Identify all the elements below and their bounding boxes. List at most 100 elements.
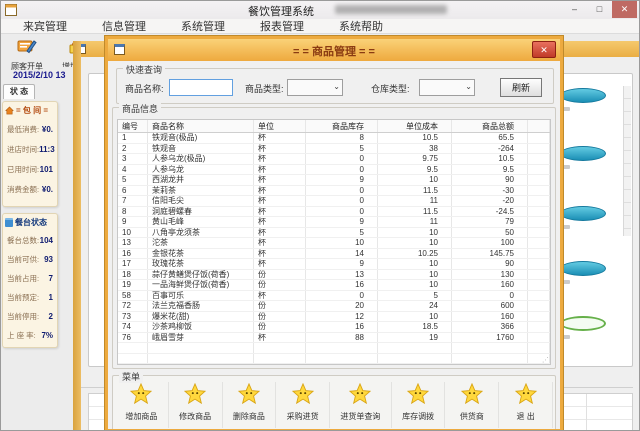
stat-value: 7 — [49, 274, 53, 283]
table-cell: 8 — [118, 207, 148, 217]
menu-button-6[interactable]: 库存调拨 — [392, 382, 446, 428]
table-cell: 1760 — [452, 333, 528, 343]
current-date: 2015/2/10 13 — [13, 70, 66, 80]
menu-item-2[interactable]: 信息管理 — [102, 18, 160, 34]
table-cell: 杯 — [254, 291, 306, 301]
table-row[interactable] — [118, 354, 550, 365]
stat-row: 消费金额:¥0. — [5, 179, 55, 199]
menu-item-3[interactable]: 系统管理 — [181, 18, 239, 34]
column-header[interactable]: 商品名称 — [148, 120, 254, 132]
stat-row: 餐台总数:104 — [5, 231, 55, 250]
table-row[interactable]: 58百事可乐杯050 — [118, 291, 550, 302]
stat-label: 当前预定: — [7, 292, 39, 303]
menu-button-2[interactable]: 修改商品 — [169, 382, 223, 428]
table-cell: 16 — [306, 280, 378, 290]
menu-button-label: 采购进货 — [276, 411, 329, 422]
table-cell: 杯 — [254, 333, 306, 343]
column-header[interactable]: 单位成本 — [378, 120, 452, 132]
open-bill-button[interactable]: 顾客开单 — [4, 37, 50, 67]
maximize-icon[interactable]: □ — [587, 1, 612, 18]
table-pill-button[interactable] — [560, 146, 606, 161]
table-cell: 杯 — [254, 249, 306, 259]
table-pill-button[interactable] — [560, 206, 606, 221]
menu-item-4[interactable]: 报表管理 — [260, 18, 318, 34]
table-row[interactable]: 74沙茶鸡柳饭份1618.5366 — [118, 322, 550, 333]
table-row[interactable]: 8洞庭碧螺春杯011.5-24.5 — [118, 207, 550, 218]
warehouse-type-select[interactable]: ⌄ — [419, 79, 475, 96]
table-cell: 杯 — [254, 154, 306, 164]
product-type-select[interactable]: ⌄ — [287, 79, 343, 96]
table-pill-button[interactable] — [560, 316, 606, 331]
dialog-titlebar[interactable]: = = 商品管理 = = ✕ — [108, 39, 560, 61]
table-row[interactable]: 10八角亭龙须茶杯51050 — [118, 228, 550, 239]
column-header[interactable]: 单位 — [254, 120, 306, 132]
table-cell: 信阳毛尖 — [148, 196, 254, 206]
menu-button-5[interactable]: 进货单查询 — [330, 382, 392, 428]
table-row[interactable]: 6茉莉茶杯011.5-30 — [118, 186, 550, 197]
table-cell: 百事可乐 — [148, 291, 254, 301]
column-header[interactable]: 商品库存 — [306, 120, 378, 132]
table-pill-button[interactable] — [560, 88, 606, 103]
menu-button-3[interactable]: 删除商品 — [223, 382, 277, 428]
table-cell: 10 — [378, 228, 452, 238]
close-icon[interactable]: ✕ — [612, 1, 637, 18]
stat-value: ¥0. — [42, 125, 53, 134]
menu-button-label: 删除商品 — [223, 411, 276, 422]
table-row[interactable]: 72法兰克福香肠份2024600 — [118, 301, 550, 312]
table-cell: 杯 — [254, 175, 306, 185]
menu-button-1[interactable]: 增加商品 — [115, 382, 169, 428]
action-menu-group: 菜单 增加商品修改商品删除商品采购进货进货单查询库存调拨供货商退 出 — [112, 375, 556, 431]
table-row[interactable]: 3人参乌龙(极品)杯09.7510.5 — [118, 154, 550, 165]
table-cell: 爆米花(甜) — [148, 312, 254, 322]
table-row[interactable]: 18蒜仔黄鳝煲仔饭(荷香)份1310130 — [118, 270, 550, 281]
star-icon — [130, 383, 152, 405]
table-cell — [452, 343, 528, 353]
table-row[interactable]: 2铁观音杯538-264 — [118, 144, 550, 155]
table-row[interactable]: 1铁观音(极品)杯810.565.5 — [118, 133, 550, 144]
menu-item-5[interactable]: 系统帮助 — [339, 18, 397, 34]
refresh-button[interactable]: 刷新 — [500, 78, 542, 97]
minimize-icon[interactable]: – — [562, 1, 587, 18]
tab-status[interactable]: 状 态 — [3, 84, 35, 99]
table-pill-caption — [563, 280, 570, 284]
table-cell: 19 — [118, 280, 148, 290]
column-header[interactable]: 编号 — [118, 120, 148, 132]
table-cell: 50 — [452, 228, 528, 238]
menu-item-1[interactable]: 来宾管理 — [23, 18, 81, 34]
stat-label: 消费金额: — [7, 184, 39, 195]
table-row[interactable]: 76峨眉雪芽杯88191760 — [118, 333, 550, 344]
menu-button-4[interactable]: 采购进货 — [276, 382, 330, 428]
table-cell — [528, 175, 550, 185]
table-row[interactable]: 7信阳毛尖杯011-20 — [118, 196, 550, 207]
menu-button-label: 退 出 — [499, 411, 552, 422]
table-map-scrollbar[interactable] — [623, 86, 631, 236]
table-row[interactable]: 19一品海鲜煲仔饭(荷香)份1610160 — [118, 280, 550, 291]
resize-grip[interactable]: ⋰ — [542, 356, 549, 364]
table-pill-button[interactable] — [560, 261, 606, 276]
table-cell: 杯 — [254, 196, 306, 206]
table-cell: 12 — [306, 312, 378, 322]
table-cell — [148, 343, 254, 353]
stat-label: 已用时间: — [7, 164, 39, 175]
title-bar[interactable]: 餐饮管理系统 – □ ✕ — [1, 1, 639, 19]
stat-label: 进店时间: — [7, 144, 39, 155]
table-row[interactable]: 17玫瑰花茶杯91090 — [118, 259, 550, 270]
table-cell — [378, 343, 452, 353]
table-row[interactable]: 13沱茶杯1010100 — [118, 238, 550, 249]
product-name-input[interactable] — [169, 79, 233, 96]
table-cell: 73 — [118, 312, 148, 322]
table-row[interactable]: 4人参乌龙杯09.59.5 — [118, 165, 550, 176]
table-row[interactable]: 16金银花茶杯1410.25145.75 — [118, 249, 550, 260]
dialog-close-icon[interactable]: ✕ — [532, 41, 556, 58]
table-row[interactable]: 5西湖龙井杯91090 — [118, 175, 550, 186]
table-row[interactable] — [118, 343, 550, 354]
menu-button-7[interactable]: 供货商 — [445, 382, 499, 428]
table-row[interactable]: 9黄山毛峰杯91179 — [118, 217, 550, 228]
table-cell: 8 — [306, 133, 378, 143]
table-cell: 杯 — [254, 144, 306, 154]
menu-button-8[interactable]: 退 出 — [499, 382, 553, 428]
table-row[interactable]: 73爆米花(甜)份1210160 — [118, 312, 550, 323]
table-cell: 24 — [378, 301, 452, 311]
column-header[interactable]: 商品总额 — [452, 120, 528, 132]
column-header — [528, 120, 550, 132]
